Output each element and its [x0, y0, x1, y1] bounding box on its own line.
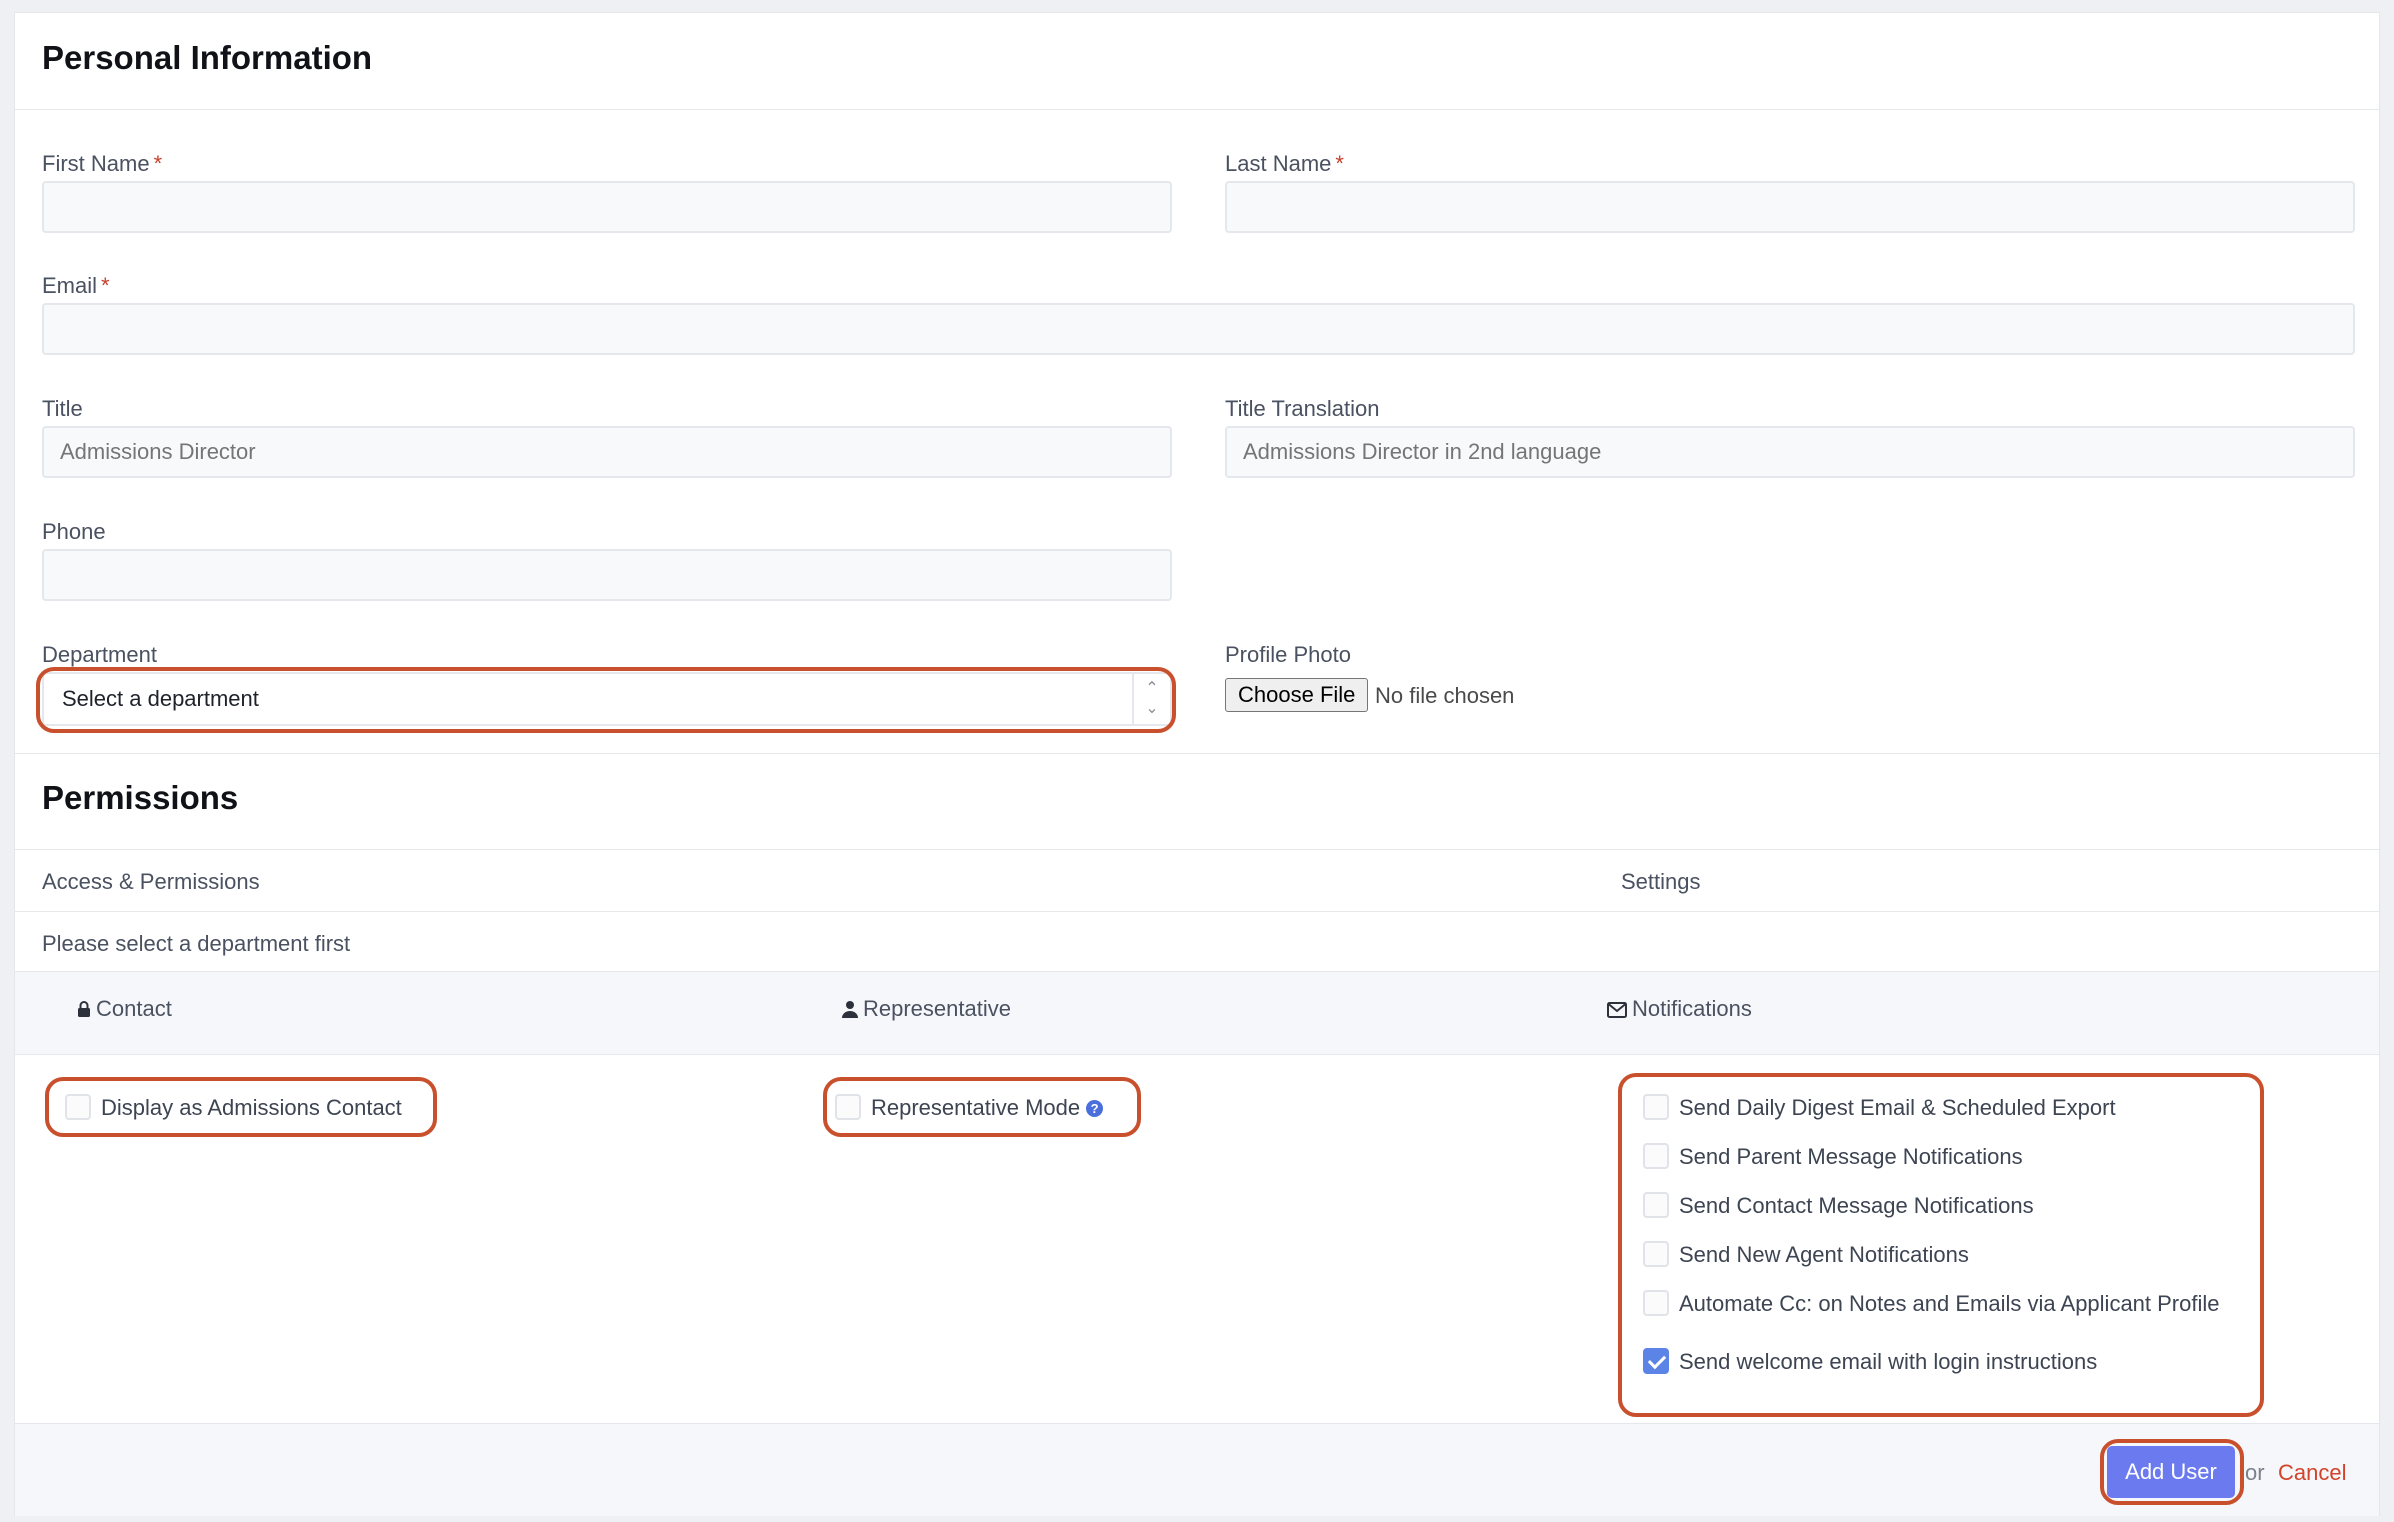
profile-photo-label: Profile Photo	[1225, 642, 1351, 667]
add-user-form: Personal Information First Name * Last Na…	[14, 12, 2380, 1516]
department-notice: Please select a department first	[42, 931, 351, 956]
title-label: Title	[42, 396, 83, 421]
file-status-text: No file chosen	[1375, 683, 1515, 708]
permissions-heading: Permissions	[42, 779, 239, 816]
user-icon	[842, 1001, 858, 1018]
email-input[interactable]	[42, 303, 2355, 355]
title-translation-label: Title Translation	[1225, 396, 1380, 421]
cancel-link[interactable]: Cancel	[2278, 1460, 2346, 1486]
title-input[interactable]	[42, 426, 1172, 478]
department-label: Department	[42, 642, 157, 667]
divider	[15, 109, 2379, 110]
group-notifications: Notifications	[1607, 996, 1752, 1022]
group-header-row: Contact Representative Notifications	[15, 971, 2379, 1055]
last-name-input[interactable]	[1225, 181, 2355, 233]
group-representative: Representative	[842, 996, 1011, 1022]
or-text: or	[2245, 1460, 2265, 1485]
highlight-notifications	[1618, 1073, 2264, 1417]
group-contact: Contact	[77, 996, 172, 1022]
choose-file-button[interactable]: Choose File	[1225, 678, 1369, 712]
lock-icon	[78, 1001, 90, 1017]
title-translation-input[interactable]	[1225, 426, 2355, 478]
highlight-representative	[823, 1077, 1141, 1137]
column-access-permissions: Access & Permissions	[42, 869, 260, 894]
phone-label: Phone	[42, 519, 106, 544]
phone-input[interactable]	[42, 549, 1172, 601]
first-name-label: First Name *	[42, 151, 163, 176]
divider	[15, 753, 2379, 754]
first-name-input[interactable]	[42, 181, 1172, 233]
divider	[15, 911, 2379, 912]
email-label: Email *	[42, 273, 110, 298]
last-name-label: Last Name *	[1225, 151, 1344, 176]
form-footer: Add User or Cancel	[15, 1423, 2379, 1516]
divider	[15, 849, 2379, 850]
highlight-contact	[45, 1077, 437, 1137]
personal-info-heading: Personal Information	[42, 39, 373, 76]
highlight-add-user	[2100, 1439, 2244, 1505]
highlight-department	[36, 667, 1176, 733]
envelope-icon	[1607, 1002, 1627, 1018]
column-settings: Settings	[1621, 869, 1701, 894]
